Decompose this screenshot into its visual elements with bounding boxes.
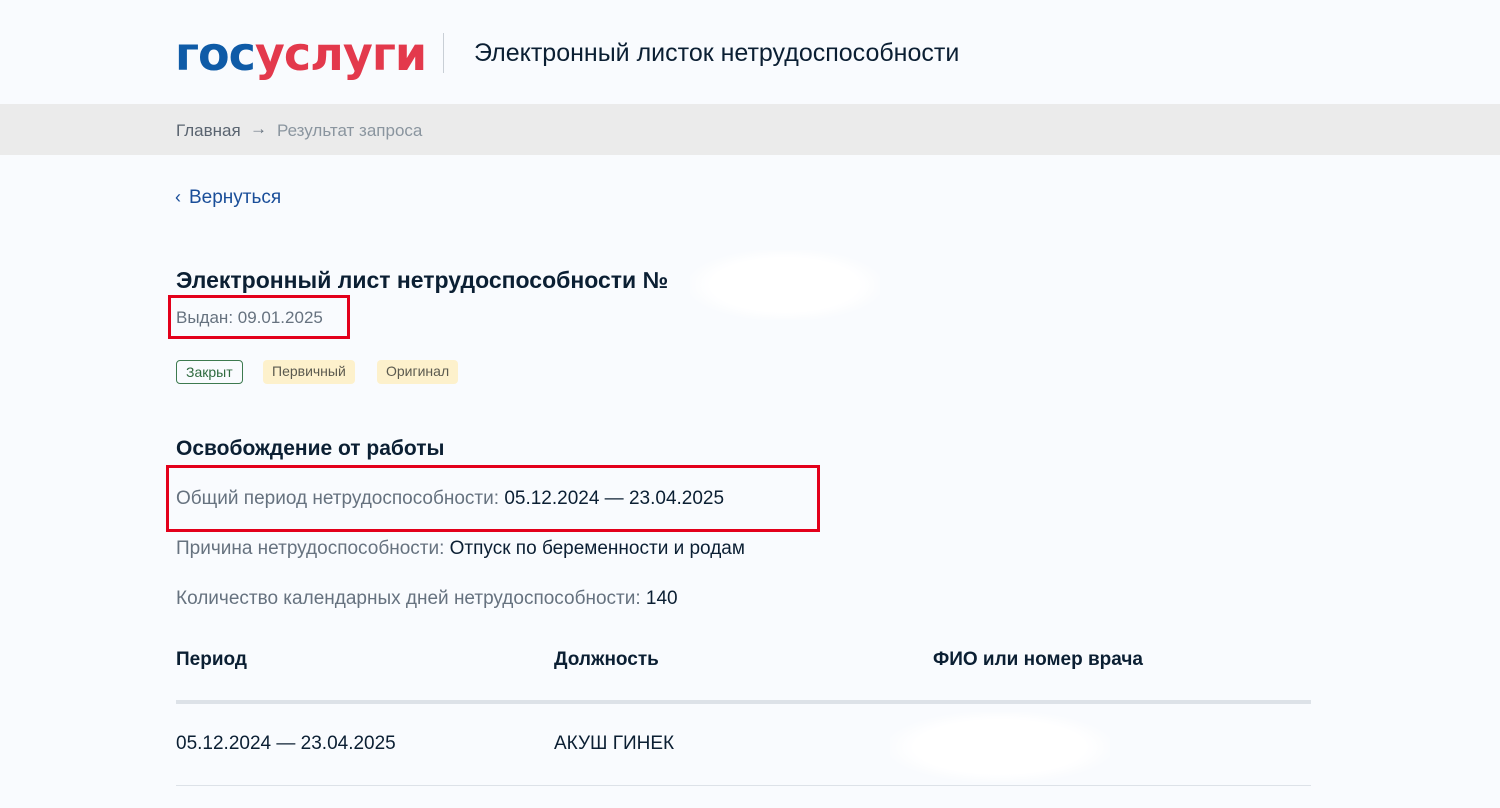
gosuslugi-logo[interactable]: госуслуги [175,27,427,81]
table-cell-period: 05.12.2024 — 23.04.2025 [176,733,396,754]
breadcrumb: Главная → Результат запроса [0,104,1500,155]
status-badge-original: Оригинал [377,360,459,384]
field-reason: Причина нетрудоспособности: Отпуск по бе… [176,538,745,560]
field-reason-value: Отпуск по беременности и родам [449,538,745,559]
site-header: госуслуги Электронный листок нетрудоспос… [0,0,1500,104]
header-title: Электронный листок нетрудоспособности [474,39,960,67]
table-header-position: Должность [554,649,659,670]
highlight-box-issued [168,295,350,339]
table-header-divider [176,700,1311,704]
back-link-label: Вернуться [189,187,282,208]
header-divider [443,33,444,73]
field-days: Количество календарных дней нетрудоспосо… [176,588,678,610]
status-badge-primary: Первичный [263,360,355,384]
field-days-value: 140 [645,588,678,609]
highlight-box-period [166,465,820,532]
table-row-divider [176,785,1311,786]
status-badge-closed: Закрыт [176,360,243,384]
field-reason-label: Причина нетрудоспособности: [176,538,445,559]
section-title-release: Освобождение от работы [176,437,445,460]
table-header-period: Период [176,649,247,670]
breadcrumb-current: Результат запроса [277,121,423,140]
table-cell-position: АКУШ ГИНЕК [554,733,675,754]
logo-part-uslugi: услуги [254,27,427,81]
redacted-doctor-name [890,712,1110,782]
field-days-label: Количество календарных дней нетрудоспосо… [176,588,641,609]
breadcrumb-home-link[interactable]: Главная [176,121,241,141]
redacted-document-number [690,250,880,320]
chevron-left-icon: ‹ [175,187,181,207]
arrow-right-icon: → [250,119,267,138]
logo-part-gos: гос [175,27,256,81]
back-link[interactable]: ‹ Вернуться [175,187,281,209]
document-title: Электронный лист нетрудоспособности № [176,267,669,293]
table-header-doctor: ФИО или номер врача [933,649,1143,670]
